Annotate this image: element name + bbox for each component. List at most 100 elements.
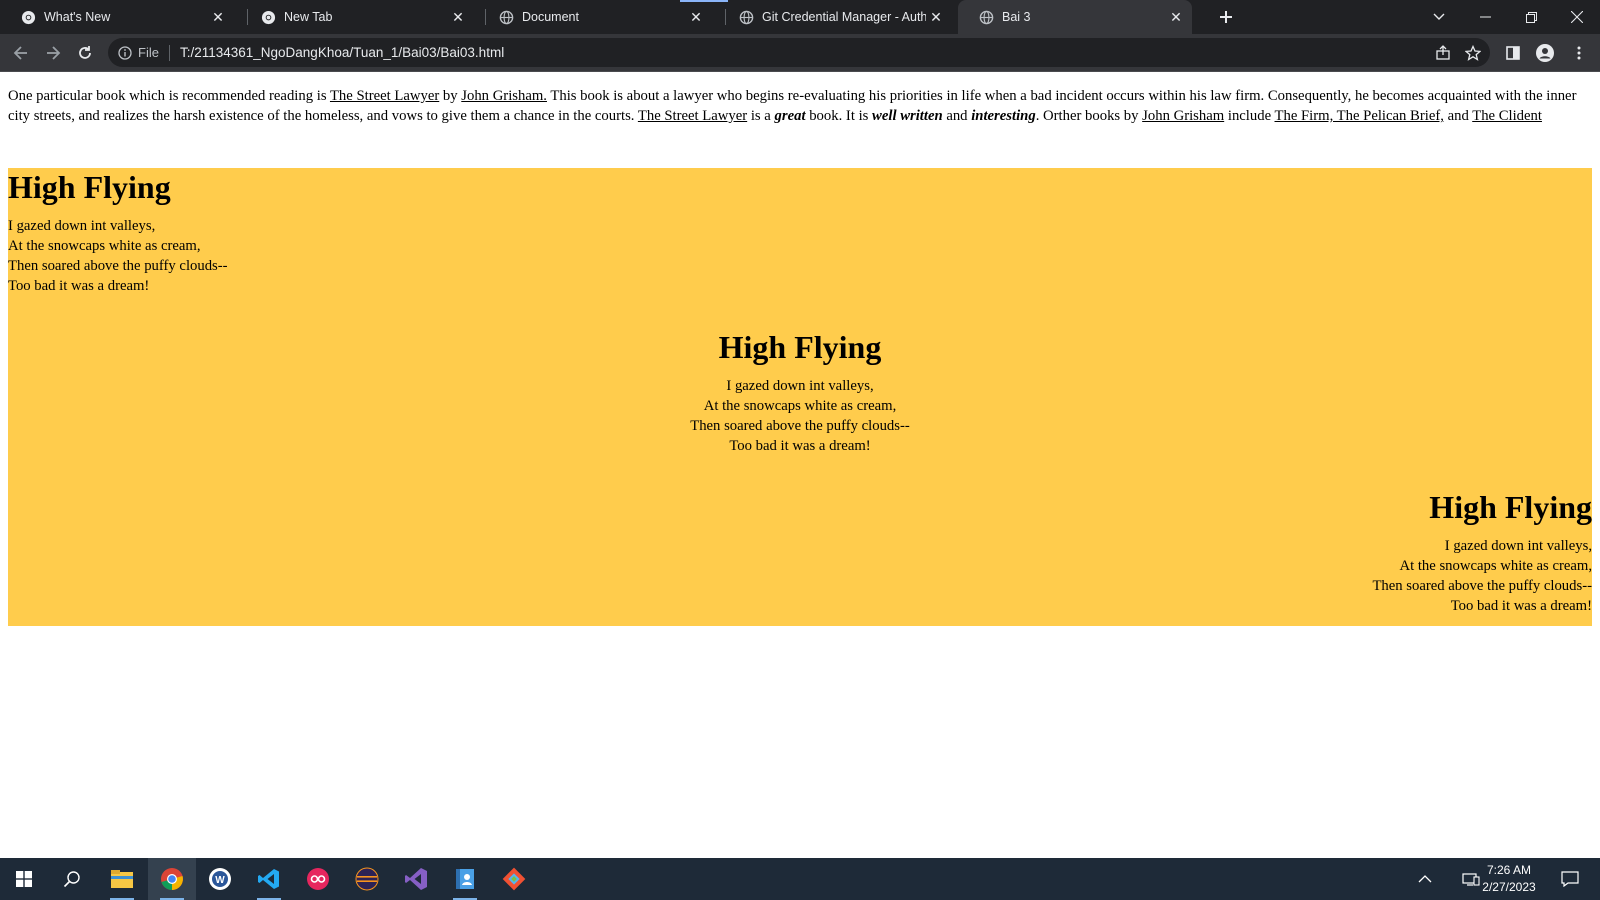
restore-button[interactable] xyxy=(1508,0,1554,34)
omnibox-divider xyxy=(168,44,170,61)
author-link: John Grisham. xyxy=(461,88,547,104)
book-link: The Street Lawyer xyxy=(329,88,440,104)
info-icon xyxy=(118,45,132,60)
poem-line: Too bad it was a dream! xyxy=(8,278,150,294)
chrome-icon xyxy=(161,868,183,890)
intro-text: include xyxy=(1224,108,1275,124)
poem-title: High Flying xyxy=(1429,489,1592,525)
taskbar-vscode[interactable] xyxy=(245,858,293,900)
url-text[interactable]: T:/21134361_NgoDangKhoa/Tuan_1/Bai03/Bai… xyxy=(180,45,504,60)
tab-title: Document xyxy=(522,10,579,24)
tab-title: Bai 3 xyxy=(1002,10,1031,24)
new-tab-button[interactable] xyxy=(1214,5,1238,29)
poem-left: High Flying I gazed down int valleys, At… xyxy=(8,168,228,296)
taskbar: W 7:26 AM 2/27/2023 xyxy=(0,858,1600,900)
close-icon[interactable]: ✕ xyxy=(926,7,946,27)
intro-text: and xyxy=(942,108,972,124)
poem-right: High Flying I gazed down int valleys, At… xyxy=(1372,488,1592,616)
chevron-up-icon xyxy=(1418,875,1432,883)
author-link: John Grisham xyxy=(1142,108,1225,124)
side-panel-button[interactable] xyxy=(1500,40,1526,66)
tab-document[interactable]: Document ✕ xyxy=(478,0,712,34)
poem-center: High Flying I gazed down int valleys, At… xyxy=(8,328,1592,456)
reload-button[interactable] xyxy=(72,40,98,66)
windows-icon xyxy=(16,871,32,887)
close-icon[interactable]: ✕ xyxy=(1166,7,1186,27)
tab-search-button[interactable] xyxy=(1416,0,1462,34)
close-icon[interactable]: ✕ xyxy=(208,7,228,27)
tab-title: New Tab xyxy=(284,10,333,24)
taskbar-app-oo[interactable] xyxy=(294,858,342,900)
close-window-button[interactable] xyxy=(1554,0,1600,34)
forward-button[interactable] xyxy=(40,40,66,66)
poem-line: I gazed down int valleys, xyxy=(1444,538,1592,554)
book-list-link: The Firm, The Pelican Brief, xyxy=(1274,108,1444,124)
tab-new-tab[interactable]: New Tab ✕ xyxy=(240,0,474,34)
star-icon xyxy=(1465,45,1481,61)
eclipse-icon xyxy=(355,867,379,891)
app-w-icon: W xyxy=(209,868,231,890)
chrome-icon xyxy=(20,9,36,25)
minimize-button[interactable] xyxy=(1462,0,1508,34)
emphasis-well-written: well written xyxy=(872,108,943,124)
tab-bai-3[interactable]: Bai 3 ✕ xyxy=(958,0,1192,34)
svg-text:W: W xyxy=(215,875,225,886)
intro-text: by xyxy=(439,88,462,104)
address-bar[interactable]: File T:/21134361_NgoDangKhoa/Tuan_1/Bai0… xyxy=(108,38,1490,67)
plus-icon xyxy=(1220,11,1232,23)
arrow-right-icon xyxy=(47,46,61,60)
poem-lines: I gazed down int valleys, At the snowcap… xyxy=(8,376,1592,456)
taskbar-git[interactable] xyxy=(490,858,538,900)
profile-button[interactable] xyxy=(1532,40,1558,66)
notifications-button[interactable] xyxy=(1552,858,1588,900)
taskbar-eclipse[interactable] xyxy=(343,858,391,900)
notification-icon xyxy=(1561,871,1579,887)
restore-icon xyxy=(1525,11,1537,23)
app-oo-icon xyxy=(307,868,329,890)
book-link: The Street Lawyer xyxy=(637,108,748,124)
taskbar-visual-studio[interactable] xyxy=(392,858,440,900)
globe-icon xyxy=(738,9,754,25)
visual-studio-icon xyxy=(405,868,427,890)
intro-text: One particular book which is recommended… xyxy=(8,88,330,104)
search-icon xyxy=(63,871,80,888)
start-button[interactable] xyxy=(0,858,48,900)
poem-line: Too bad it was a dream! xyxy=(729,438,871,454)
globe-icon xyxy=(978,9,994,25)
close-icon xyxy=(1571,11,1583,23)
avatar-icon xyxy=(1536,44,1554,62)
back-button[interactable] xyxy=(8,40,34,66)
clock-time: 7:26 AM xyxy=(1486,863,1532,877)
taskbar-chrome[interactable] xyxy=(148,858,196,900)
show-hidden-icons-button[interactable] xyxy=(1410,858,1440,900)
bookmark-button[interactable] xyxy=(1460,40,1486,66)
taskbar-file-explorer[interactable] xyxy=(98,858,146,900)
taskbar-app-contacts[interactable] xyxy=(441,858,489,900)
menu-button[interactable] xyxy=(1566,40,1592,66)
poem-line: Too bad it was a dream! xyxy=(1450,598,1592,614)
close-icon[interactable]: ✕ xyxy=(686,7,706,27)
poem-title: High Flying xyxy=(8,169,171,205)
tab-title: What's New xyxy=(44,10,111,24)
reload-icon xyxy=(79,46,91,59)
page-content: One particular book which is recommended… xyxy=(0,72,1600,858)
site-info-button[interactable]: File xyxy=(118,45,159,60)
intro-paragraph: One particular book which is recommended… xyxy=(8,86,1592,126)
intro-text: is a xyxy=(747,108,775,124)
taskbar-app-w[interactable]: W xyxy=(196,858,244,900)
tab-git-credential-manager[interactable]: Git Credential Manager - Authent ✕ xyxy=(718,0,952,34)
vscode-icon xyxy=(258,869,279,889)
taskbar-clock[interactable]: 7:26 AM 2/27/2023 xyxy=(1474,862,1544,896)
poem-lines: I gazed down int valleys, At the snowcap… xyxy=(1372,536,1592,616)
close-icon[interactable]: ✕ xyxy=(448,7,468,27)
emphasis-great: great xyxy=(774,108,806,124)
share-button[interactable] xyxy=(1430,40,1456,66)
search-button[interactable] xyxy=(48,858,96,900)
scheme-label: File xyxy=(138,45,159,60)
tab-whats-new[interactable]: What's New ✕ xyxy=(0,0,234,34)
minimize-icon xyxy=(1479,16,1491,18)
side-panel-icon xyxy=(1506,46,1520,60)
poem-line: Then soared above the puffy clouds-- xyxy=(690,418,910,434)
intro-text: . Orther books by xyxy=(1035,108,1143,124)
globe-icon xyxy=(498,9,514,25)
